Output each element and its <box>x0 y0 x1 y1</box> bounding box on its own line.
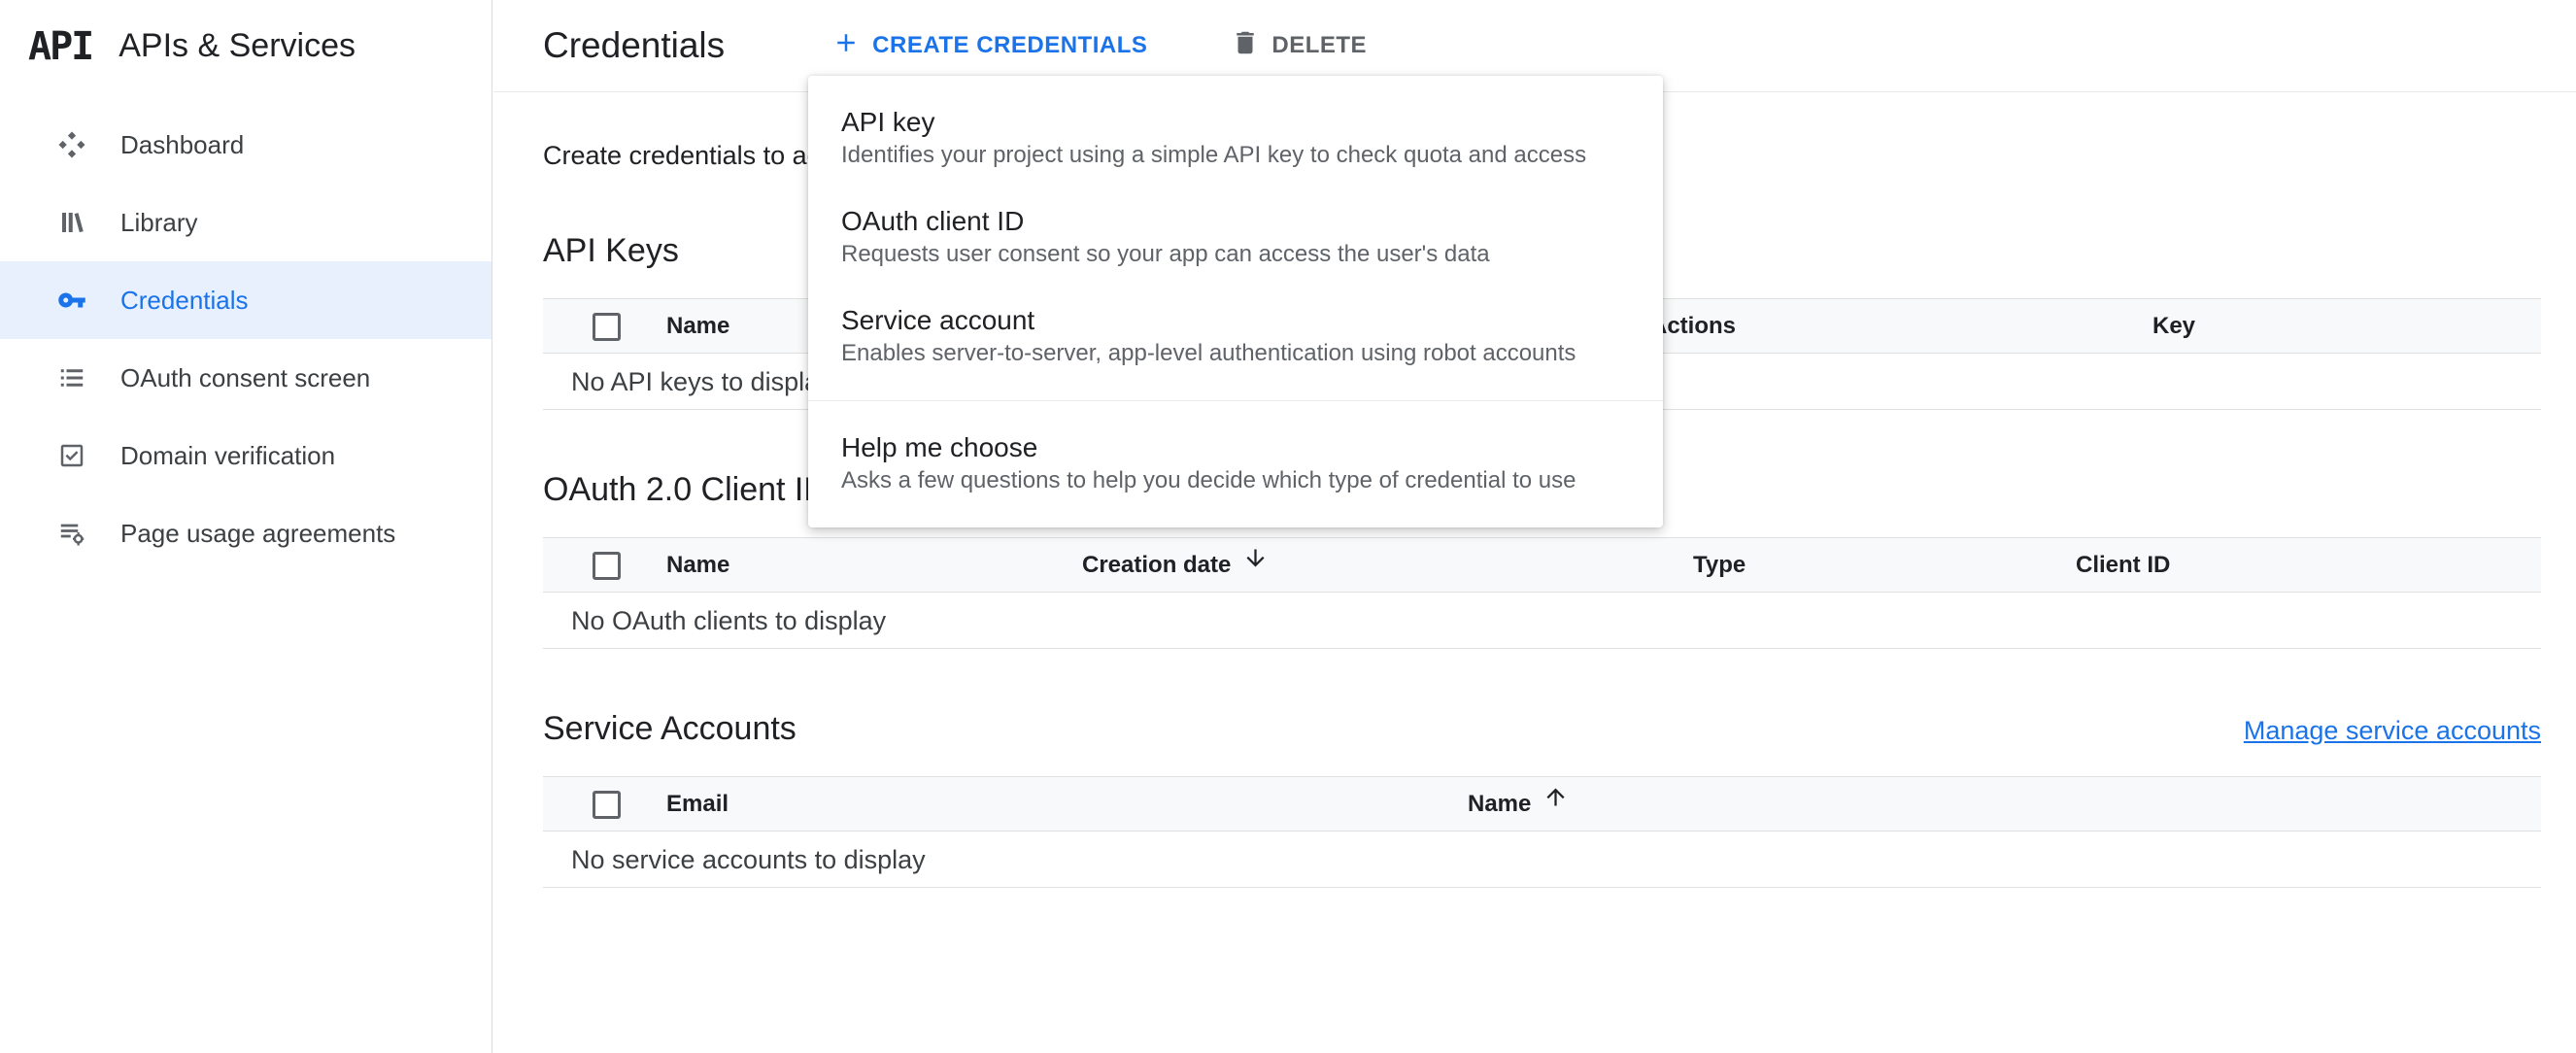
sidebar-item-page-usage-agreements[interactable]: Page usage agreements <box>0 494 491 572</box>
sidebar-item-label: Library <box>120 208 197 238</box>
sidebar-item-label: Credentials <box>120 286 249 316</box>
menu-item-oauth-client-id[interactable]: OAuth client ID Requests user consent so… <box>808 188 1663 288</box>
oauth-clients-empty-state: No OAuth clients to display <box>543 593 2541 649</box>
product-header: API APIs & Services <box>0 0 491 92</box>
plus-icon <box>831 28 861 64</box>
trash-icon <box>1231 28 1260 64</box>
service-accounts-empty-state: No service accounts to display <box>543 832 2541 888</box>
column-header-name[interactable]: Name <box>666 299 729 353</box>
sidebar-item-library[interactable]: Library <box>0 184 491 261</box>
sidebar-item-label: Page usage agreements <box>120 519 395 549</box>
consent-list-icon <box>57 363 86 392</box>
sidebar-item-label: Domain verification <box>120 441 335 471</box>
sidebar-item-credentials[interactable]: Credentials <box>0 261 491 339</box>
menu-item-description: Identifies your project using a simple A… <box>841 144 1630 167</box>
delete-button[interactable]: DELETE <box>1217 18 1380 74</box>
menu-item-description: Enables server-to-server, app-level auth… <box>841 342 1630 365</box>
sidebar-item-domain-verification[interactable]: Domain verification <box>0 417 491 494</box>
sort-ascending-icon <box>1542 776 1569 830</box>
column-header-creation-date[interactable]: Creation date <box>1082 538 1269 592</box>
sidebar-item-dashboard[interactable]: Dashboard <box>0 106 491 184</box>
column-header-name[interactable]: Name <box>666 538 729 592</box>
column-header-actions[interactable]: Actions <box>1650 299 1736 353</box>
menu-item-api-key[interactable]: API key Identifies your project using a … <box>808 89 1663 188</box>
library-icon <box>57 208 86 237</box>
menu-item-title: Help me choose <box>841 434 1630 461</box>
create-credentials-menu: API key Identifies your project using a … <box>808 76 1663 527</box>
menu-divider <box>808 400 1663 401</box>
column-header-name[interactable]: Name <box>1468 777 1569 831</box>
delete-label: DELETE <box>1271 32 1367 59</box>
menu-item-help-me-choose[interactable]: Help me choose Asks a few questions to h… <box>808 415 1663 514</box>
oauth-clients-table: Name Creation date Type Client ID No OAu… <box>543 537 2541 649</box>
menu-item-service-account[interactable]: Service account Enables server-to-server… <box>808 288 1663 387</box>
manage-service-accounts-link[interactable]: Manage service accounts <box>2244 716 2541 746</box>
service-accounts-table-header: Email Name <box>543 776 2541 832</box>
domain-verification-icon <box>57 441 86 470</box>
menu-item-description: Requests user consent so your app can ac… <box>841 243 1630 266</box>
service-accounts-section-header: Service Accounts Manage service accounts <box>543 709 2541 749</box>
menu-item-description: Asks a few questions to help you decide … <box>841 469 1630 493</box>
key-icon <box>57 286 86 315</box>
dashboard-icon <box>57 130 86 159</box>
menu-item-title: OAuth client ID <box>841 208 1630 235</box>
select-all-checkbox[interactable] <box>593 313 621 341</box>
service-accounts-section-title: Service Accounts <box>543 709 797 749</box>
create-credentials-label: CREATE CREDENTIALS <box>872 32 1147 59</box>
oauth-clients-table-header: Name Creation date Type Client ID <box>543 537 2541 593</box>
column-header-client-id[interactable]: Client ID <box>2076 538 2170 592</box>
sidebar-nav: Dashboard Library Credentials OAuth cons… <box>0 92 491 572</box>
sidebar-item-label: OAuth consent screen <box>120 363 370 393</box>
sidebar: API APIs & Services Dashboard Library <box>0 0 492 1053</box>
select-all-checkbox[interactable] <box>593 791 621 819</box>
page-title: Credentials <box>543 25 725 66</box>
select-all-checkbox[interactable] <box>593 552 621 580</box>
sidebar-item-oauth-consent-screen[interactable]: OAuth consent screen <box>0 339 491 417</box>
create-credentials-button[interactable]: CREATE CREDENTIALS <box>818 18 1161 74</box>
sort-descending-icon <box>1242 537 1269 591</box>
agreements-gear-icon <box>57 519 86 548</box>
column-header-email[interactable]: Email <box>666 777 729 831</box>
menu-item-title: API key <box>841 109 1630 136</box>
column-header-type[interactable]: Type <box>1693 538 1746 592</box>
api-logo: API <box>28 24 92 69</box>
sidebar-item-label: Dashboard <box>120 130 244 160</box>
app-window: API APIs & Services Dashboard Library <box>0 0 2576 1053</box>
service-accounts-table: Email Name No service accounts to displa… <box>543 776 2541 888</box>
column-header-key[interactable]: Key <box>2152 299 2195 353</box>
product-title: APIs & Services <box>119 27 356 65</box>
menu-item-title: Service account <box>841 307 1630 334</box>
